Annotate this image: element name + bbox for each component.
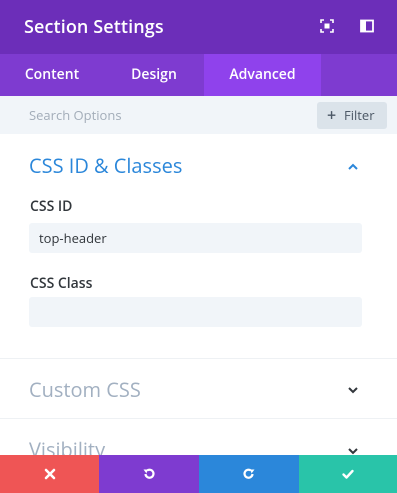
css-id-field[interactable] — [29, 223, 362, 253]
undo-button[interactable] — [99, 455, 199, 493]
search-bar: + Filter — [0, 96, 397, 134]
section-custom-css-toggle[interactable]: Custom CSS — [0, 362, 397, 412]
tab-content[interactable]: Content — [0, 54, 104, 96]
tab-bar: Content Design Advanced — [0, 54, 397, 96]
css-id-label: CSS ID — [30, 197, 73, 216]
filter-button[interactable]: + Filter — [317, 102, 387, 129]
sidebar-toggle-icon[interactable] — [359, 18, 375, 34]
close-icon — [44, 468, 55, 480]
section-title: Custom CSS — [29, 376, 141, 403]
section-title: CSS ID & Classes — [29, 152, 183, 179]
section-css-id-classes-toggle[interactable]: CSS ID & Classes — [0, 140, 397, 190]
modal-title: Section Settings — [24, 15, 164, 39]
redo-button[interactable] — [199, 455, 299, 493]
search-input[interactable] — [0, 96, 310, 134]
expand-icon[interactable] — [319, 18, 335, 34]
discard-button[interactable] — [0, 455, 99, 493]
chevron-down-icon — [346, 383, 360, 397]
action-bar — [0, 455, 397, 493]
plus-icon: + — [327, 104, 337, 126]
css-class-field[interactable] — [29, 297, 362, 327]
chevron-up-icon — [346, 160, 360, 174]
modal-header[interactable]: Section Settings — [0, 0, 397, 54]
section-divider — [0, 358, 397, 359]
save-button[interactable] — [299, 455, 397, 493]
section-divider — [0, 418, 397, 419]
tab-design[interactable]: Design — [104, 54, 204, 96]
undo-icon — [143, 468, 155, 479]
redo-icon — [243, 468, 255, 479]
filter-label: Filter — [344, 106, 375, 124]
css-class-label: CSS Class — [30, 274, 93, 293]
check-icon — [342, 469, 354, 479]
tab-advanced[interactable]: Advanced — [204, 54, 321, 96]
